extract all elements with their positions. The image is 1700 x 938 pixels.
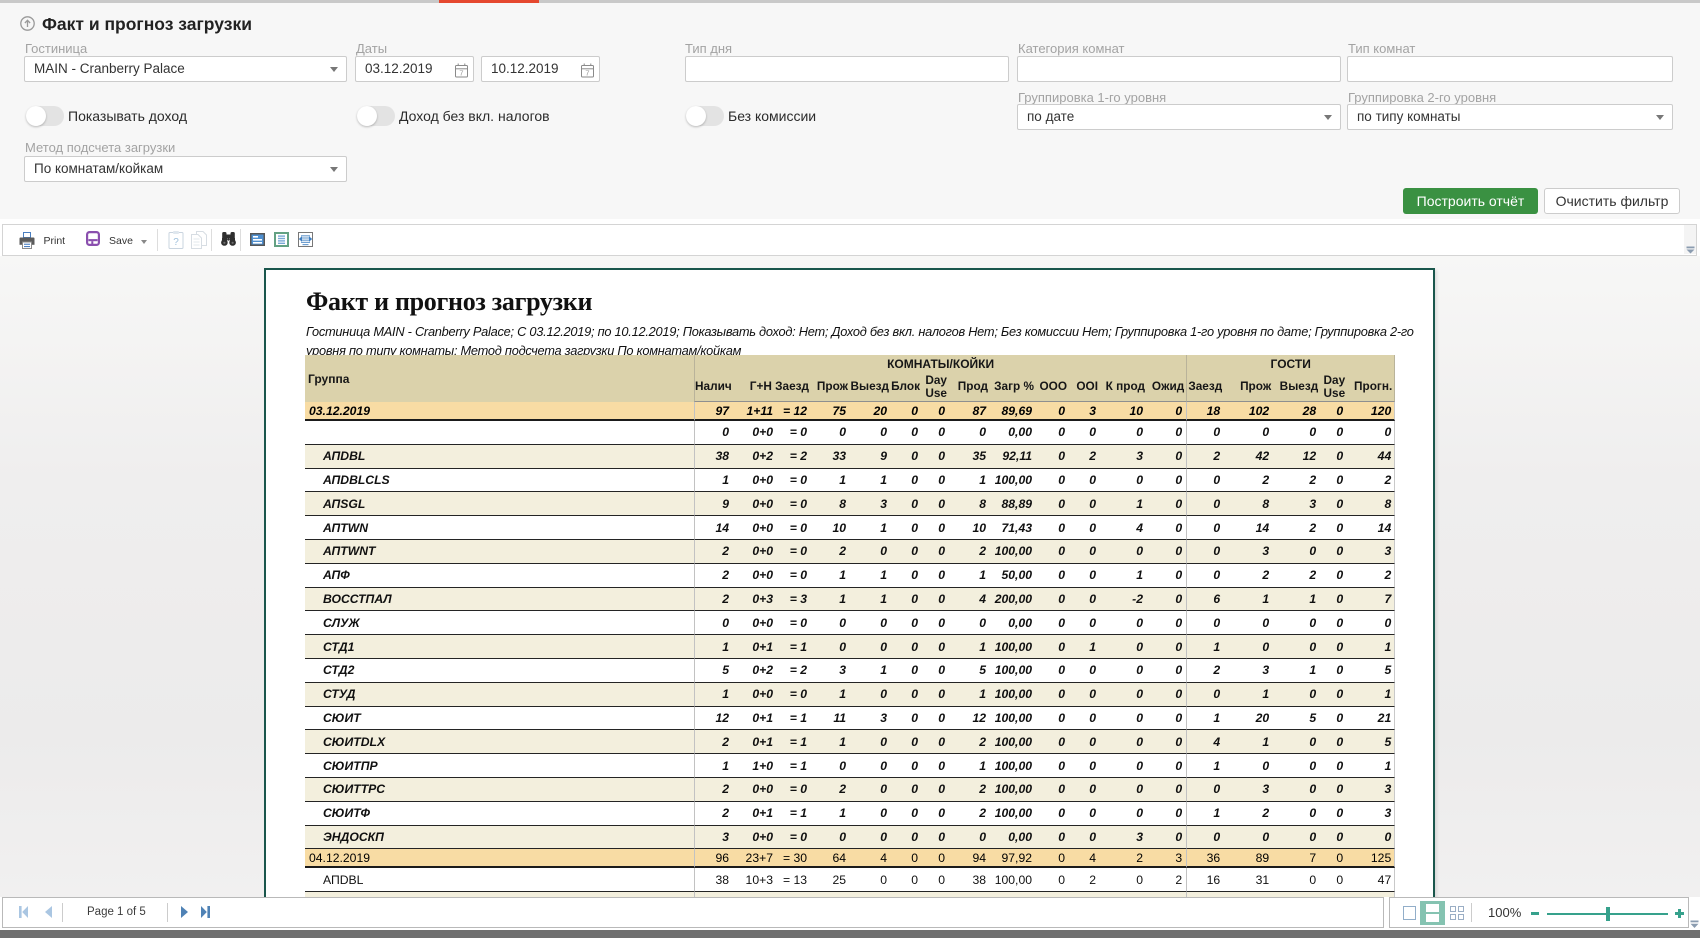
svg-text:?: ? xyxy=(173,237,179,248)
svg-text:7: 7 xyxy=(585,68,589,77)
svg-text:7: 7 xyxy=(459,68,463,77)
